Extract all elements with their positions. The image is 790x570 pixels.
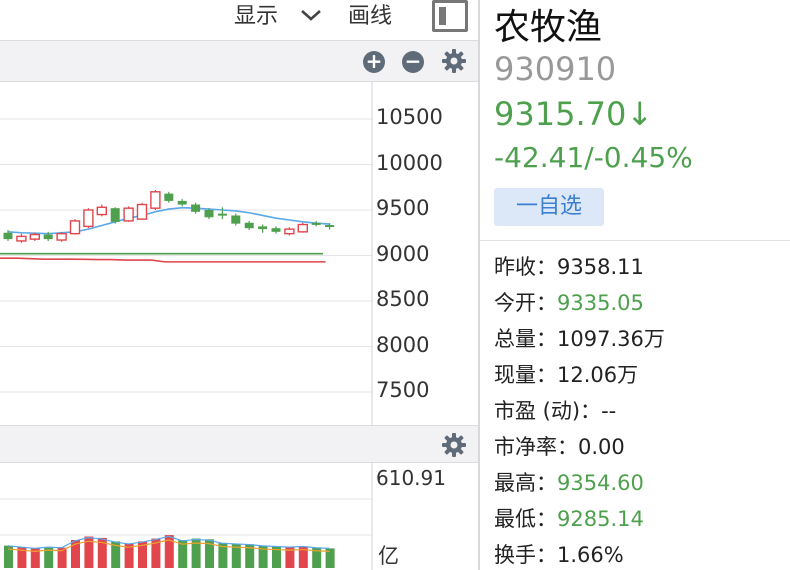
last-price: 9315.70↓ (494, 95, 654, 133)
volume-unit-label: 亿 (378, 544, 399, 568)
chart-area: 显示 画线 + − 10500 10000 9500 9000 8500 800… (0, 0, 480, 570)
price-tick-label: 7500 (376, 378, 430, 402)
stat-low: 最低：9285.14 (494, 507, 644, 531)
candle-body (56, 232, 67, 241)
candle-body (271, 228, 281, 232)
stock-app: 显示 画线 + − 10500 10000 9500 9000 8500 800… (0, 0, 790, 570)
stat-current-volume: 现量：12.06万 (494, 363, 639, 387)
candle-body (123, 207, 134, 222)
candle-body (69, 220, 81, 235)
candle-body (43, 234, 53, 240)
zoom-out-icon[interactable]: − (402, 51, 424, 73)
stat-high: 最高：9354.60 (494, 471, 644, 495)
chart-toolbar: 显示 画线 (0, 0, 480, 40)
candle-body (3, 232, 13, 240)
zoom-in-icon[interactable]: + (363, 51, 385, 73)
price-tick-label: 8500 (376, 287, 430, 311)
stat-open: 今开：9335.05 (494, 291, 644, 315)
volume-max-label: 610.91 (376, 466, 446, 490)
volume-settings-gear-icon[interactable] (441, 432, 467, 458)
candle-body (244, 222, 254, 229)
stat-total-volume: 总量：1097.36万 (494, 327, 665, 351)
quote-panel: 农牧渔 930910 9315.70↓ -42.41/-0.45% 一自选 昨收… (480, 0, 790, 570)
stat-pb: 市净率：0.00 (494, 435, 625, 459)
candle-body (29, 233, 40, 240)
draw-line-button[interactable]: 画线 (348, 2, 392, 32)
stock-code: 930910 (494, 50, 617, 88)
reference-line-red (0, 257, 326, 263)
candle-body (150, 191, 161, 209)
stat-prev-close: 昨收：9358.11 (494, 255, 644, 279)
volume-header (0, 425, 478, 463)
remove-watchlist-button[interactable]: 一自选 (494, 188, 604, 226)
candle-body (16, 235, 27, 242)
panel-layout-icon[interactable] (432, 0, 468, 32)
candle-body (284, 228, 295, 235)
price-change: -42.41/-0.45% (494, 141, 693, 174)
candle-body (258, 226, 268, 230)
divider (480, 240, 790, 241)
candle-body (204, 210, 214, 218)
stats-list: 昨收：9358.11 今开：9335.05 总量：1097.36万 现量：12.… (494, 252, 665, 570)
candle-body (110, 208, 120, 222)
candle-body (297, 223, 308, 233)
kline-header: + − (0, 40, 478, 82)
candle-body (136, 203, 148, 220)
candle-body (325, 225, 335, 228)
stat-turnover: 换手：1.66% (494, 543, 624, 567)
kline-settings-gear-icon[interactable] (441, 48, 467, 74)
price-tick-label: 10500 (376, 105, 443, 129)
moving-average-line (7, 206, 330, 235)
candle-body (311, 222, 321, 225)
candle-body (96, 206, 108, 216)
candle-body (164, 193, 174, 201)
candle-body (217, 213, 227, 216)
stock-name: 农牧渔 (494, 7, 603, 48)
stat-pe: 市盈 (动)：-- (494, 399, 617, 423)
price-tick-label: 9500 (376, 196, 430, 220)
candle-body (231, 215, 241, 224)
candle-body (177, 200, 187, 205)
price-tick-label: 9000 (376, 241, 430, 266)
price-tick-label: 10000 (376, 150, 443, 175)
price-tick-label: 8000 (376, 332, 430, 357)
candle-body (191, 204, 201, 212)
candle-body (83, 209, 94, 228)
chevron-down-icon[interactable] (298, 4, 324, 26)
display-menu-button[interactable]: 显示 (234, 2, 278, 32)
